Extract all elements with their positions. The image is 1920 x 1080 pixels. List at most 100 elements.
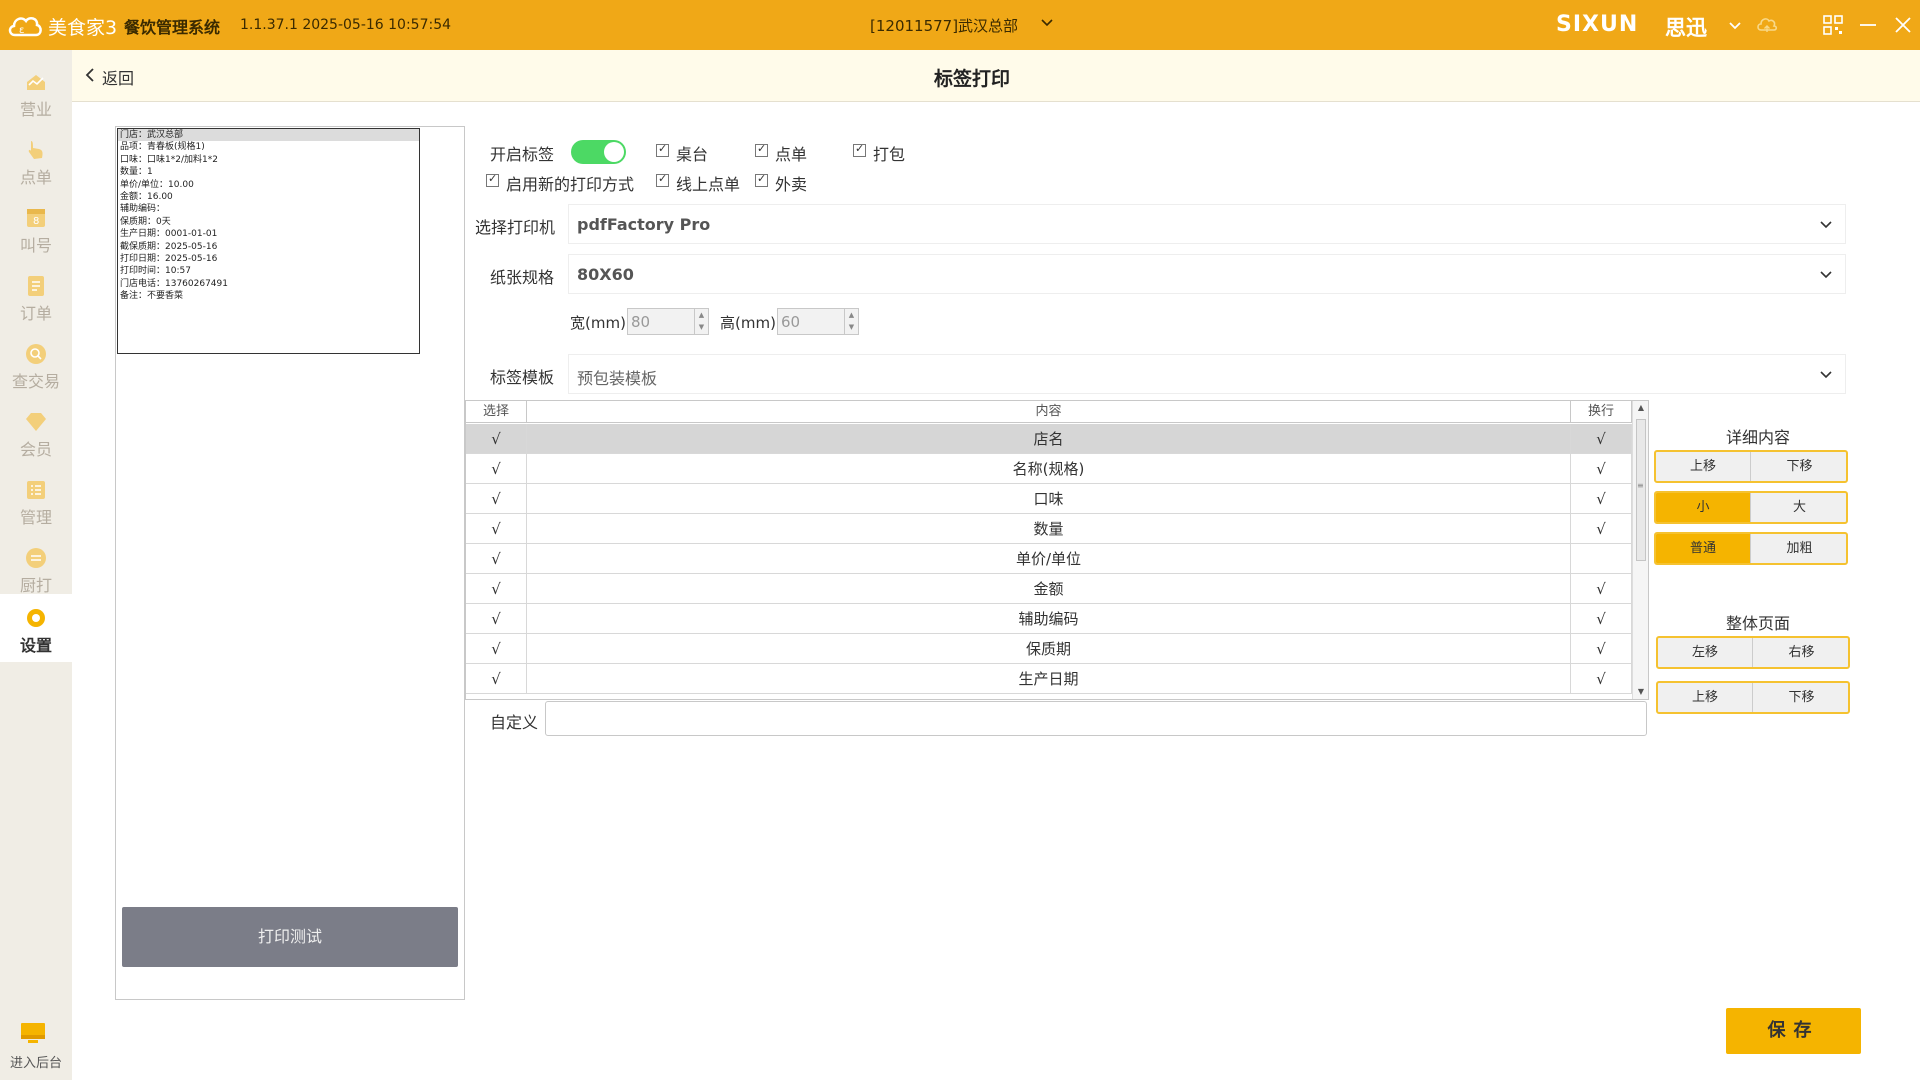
scroll-up-icon[interactable]: ▲ — [1633, 401, 1648, 415]
table-row[interactable]: √ 口味 √ — [466, 484, 1632, 514]
scroll-thumb[interactable] — [1636, 419, 1646, 561]
detail-move-down-button[interactable]: 下移 — [1752, 452, 1846, 481]
detail-section-title: 详细内容 — [1726, 428, 1791, 447]
preview-line: 生产日期：0001-01-01 — [120, 229, 218, 240]
table-row[interactable]: √ 保质期 √ — [466, 634, 1632, 664]
sidebar-item-call[interactable]: 8 叫号 — [0, 194, 72, 262]
preview-line: 门店：武汉总部 — [118, 129, 419, 142]
wrap-cell[interactable]: √ — [1571, 604, 1632, 634]
paper-value: 80X60 — [577, 265, 634, 284]
sidebar-item-settings[interactable]: 设置 — [0, 594, 72, 662]
table-scrollbar[interactable]: ▲ ≡ ▼ — [1632, 401, 1648, 699]
checkbox-pack[interactable] — [853, 142, 866, 157]
page-move-right-button[interactable]: 右移 — [1754, 638, 1848, 667]
checkbox-table[interactable] — [656, 142, 669, 157]
printer-select[interactable]: pdfFactory Pro — [568, 204, 1846, 244]
width-input[interactable] — [628, 309, 694, 334]
select-cell[interactable]: √ — [466, 604, 527, 634]
paper-select[interactable]: 80X60 — [568, 254, 1846, 294]
stepper-down-icon[interactable]: ▼ — [695, 321, 708, 333]
enable-label-toggle[interactable] — [571, 140, 626, 164]
wrap-cell[interactable]: √ — [1571, 664, 1632, 694]
checkbox-pack-label: 打包 — [873, 145, 906, 164]
wrap-cell[interactable]: √ — [1571, 574, 1632, 604]
select-cell[interactable]: √ — [466, 634, 527, 664]
sidebar-item-manage[interactable]: 管理 — [0, 466, 72, 534]
table-row[interactable]: √ 辅助编码 √ — [466, 604, 1632, 634]
height-stepper[interactable]: ▲▼ — [777, 308, 859, 335]
stepper-down-icon[interactable]: ▼ — [845, 321, 858, 333]
select-cell[interactable]: √ — [466, 544, 527, 574]
checkbox-order[interactable] — [755, 142, 768, 157]
height-stepper-arrows[interactable]: ▲ ▼ — [844, 309, 858, 334]
wrap-cell[interactable] — [1571, 544, 1632, 574]
enter-backend-button[interactable]: 进入后台 — [0, 1010, 72, 1071]
content-cell: 口味 — [527, 484, 1571, 514]
scroll-grip-icon: ≡ — [1637, 481, 1644, 490]
checkbox-online-order[interactable] — [656, 172, 669, 187]
template-select[interactable]: 预包装模板 — [568, 354, 1846, 394]
wrap-cell[interactable]: √ — [1571, 484, 1632, 514]
page-horizontal-control: 左移 右移 — [1656, 636, 1850, 669]
width-stepper[interactable]: ▲▼ — [627, 308, 709, 335]
select-cell[interactable]: √ — [466, 664, 527, 694]
width-stepper-arrows[interactable]: ▲ ▼ — [694, 309, 708, 334]
page-move-down-button[interactable]: 下移 — [1754, 683, 1848, 712]
wrap-cell[interactable]: √ — [1571, 514, 1632, 544]
scroll-down-icon[interactable]: ▼ — [1633, 685, 1648, 699]
save-button[interactable]: 保存 — [1726, 1008, 1861, 1054]
height-input[interactable] — [778, 309, 844, 334]
wrap-cell[interactable]: √ — [1571, 454, 1632, 484]
sidebar-item-order[interactable]: 点单 — [0, 126, 72, 194]
qr-code-icon[interactable] — [1822, 14, 1844, 36]
table-row[interactable]: √ 店名 √ — [466, 424, 1632, 454]
content-cell: 店名 — [527, 424, 1571, 454]
sidebar-item-member[interactable]: 会员 — [0, 398, 72, 466]
printer-label: 选择打印机 — [475, 218, 556, 237]
wrap-cell[interactable]: √ — [1571, 424, 1632, 454]
minimize-icon[interactable] — [1857, 14, 1879, 36]
enable-label: 开启标签 — [490, 145, 555, 164]
sidebar-item-trade[interactable]: 查交易 — [0, 330, 72, 398]
select-cell[interactable]: √ — [466, 454, 527, 484]
checkbox-new-print[interactable] — [486, 172, 499, 187]
store-selector[interactable]: [12011577]武汉总部 — [870, 15, 1018, 36]
table-row[interactable]: √ 单价/单位 — [466, 544, 1632, 574]
page-move-left-button[interactable]: 左移 — [1658, 638, 1753, 667]
custom-input[interactable] — [545, 701, 1647, 736]
select-cell[interactable]: √ — [466, 514, 527, 544]
page-move-up-button[interactable]: 上移 — [1658, 683, 1753, 712]
table-row[interactable]: √ 金额 √ — [466, 574, 1632, 604]
order-hand-icon — [28, 141, 43, 159]
table-row[interactable]: √ 数量 √ — [466, 514, 1632, 544]
checkbox-takeout-label: 外卖 — [775, 175, 808, 194]
sidebar-item-business[interactable]: 营业 — [0, 58, 72, 126]
sidebar-item-kitchen[interactable]: 厨打 — [0, 534, 72, 602]
page-title: 标签打印 — [933, 68, 1010, 90]
chevron-down-icon[interactable] — [1724, 14, 1746, 36]
version-info: 1.1.37.1 2025-05-16 10:57:54 — [240, 17, 452, 33]
font-weight-bold-button[interactable]: 加粗 — [1752, 534, 1846, 563]
font-weight-normal-button[interactable]: 普通 — [1656, 534, 1751, 563]
font-size-large-button[interactable]: 大 — [1752, 493, 1846, 522]
table-row[interactable]: √ 名称(规格) √ — [466, 454, 1632, 484]
chevron-down-icon — [1820, 221, 1832, 229]
vendor-logo: SIXUN — [1556, 12, 1639, 37]
cloud-logo-icon: ε — [8, 16, 42, 37]
checkbox-takeout[interactable] — [755, 172, 768, 187]
table-row[interactable]: √ 生产日期 √ — [466, 664, 1632, 694]
sidebar-item-orders[interactable]: 订单 — [0, 262, 72, 330]
select-cell[interactable]: √ — [466, 484, 527, 514]
select-cell[interactable]: √ — [466, 574, 527, 604]
cloud-sync-icon[interactable] — [1756, 14, 1778, 36]
business-icon — [27, 75, 45, 90]
wrap-cell[interactable]: √ — [1571, 634, 1632, 664]
close-icon[interactable] — [1892, 14, 1914, 36]
stepper-up-icon[interactable]: ▲ — [695, 309, 708, 321]
chevron-down-icon[interactable] — [1040, 16, 1054, 30]
detail-move-up-button[interactable]: 上移 — [1656, 452, 1751, 481]
stepper-up-icon[interactable]: ▲ — [845, 309, 858, 321]
font-size-small-button[interactable]: 小 — [1656, 493, 1751, 522]
select-cell[interactable]: √ — [466, 424, 527, 454]
print-test-button[interactable]: 打印测试 — [122, 907, 458, 967]
